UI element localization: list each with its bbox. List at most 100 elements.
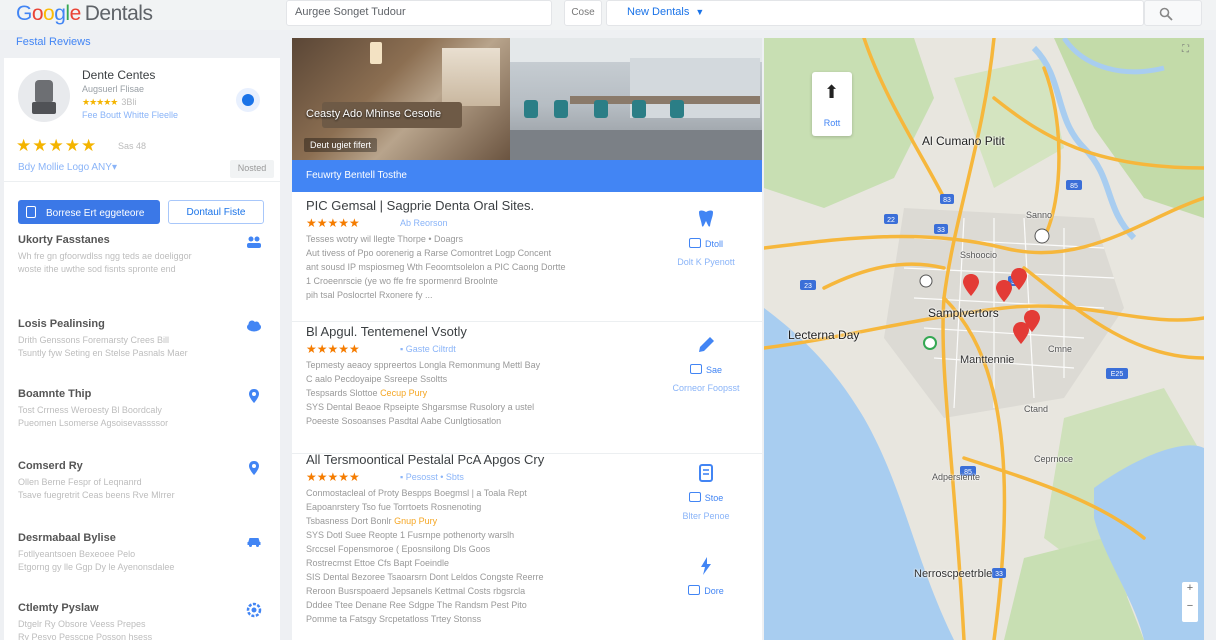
hero-image[interactable]: Ceasty Ado Mhinse Cesotie Deut ugiet fif… (292, 38, 762, 160)
result-card[interactable]: Bl Apgul. Tentemenel Vsotly ★★★★★ ▪ Gast… (292, 324, 762, 454)
sidebar-item[interactable]: Ctlemty Pyslaw Dtgelr Ry Obsore Veess Pr… (18, 602, 268, 640)
result-meta[interactable]: ▪ Pesosst • Sbts (400, 472, 464, 482)
info-icon[interactable] (236, 88, 260, 112)
primary-action-button[interactable]: Borrese Ert eggeteore (18, 200, 160, 224)
floor-shape (510, 130, 762, 160)
lightning-icon (701, 557, 711, 575)
result-stars: ★★★★★ (306, 470, 360, 484)
tooth-icon (699, 210, 713, 227)
zoom-control[interactable]: + − (1182, 582, 1198, 622)
calendar-icon (688, 238, 701, 248)
sidebar-item-line: Drith Genssons Foremarsty Crees Bill (18, 335, 170, 345)
sidebar-item-title: Comserd Ry (18, 460, 83, 472)
profile-link[interactable]: Fee Boutt Whitte Fleelle (82, 110, 178, 120)
sidebar-item[interactable]: Boamnte Thip Tost Crrness Weroesty Bl Bo… (18, 388, 268, 430)
chair-shape (524, 100, 538, 118)
search-button[interactable] (1144, 0, 1202, 26)
car-icon (247, 538, 261, 547)
review-count[interactable]: Sas 48 (118, 141, 146, 151)
map-place-label: Nerroscpeetrble (914, 568, 993, 580)
sidebar-item[interactable]: Ukorty Fasstanes Wh fre gn gfoorwdlss ng… (18, 234, 268, 276)
map-place-label: Samplvertors (928, 306, 999, 320)
result-action-button[interactable]: Dore (658, 585, 754, 596)
map-panel[interactable]: 33 23 85 85 E25 33 83 33 22 ⬆ Rott ⛶ Al … (764, 38, 1204, 640)
result-action-caption[interactable]: Corneor Foopsst (658, 383, 754, 393)
sidebar-item[interactable]: Desrmabaal Bylise Fotllyeantsoen Bexeoee… (18, 532, 268, 574)
result-line-text: Tespsards Slottoe (306, 388, 378, 398)
map-place-label: Sanno (1026, 210, 1053, 220)
filter-dropdown[interactable]: New Dentals ▼ (606, 0, 1144, 26)
calendar-icon (688, 585, 701, 595)
primary-action-label: Borrese Ert eggeteore (46, 208, 145, 219)
result-card[interactable]: All Tersmoontical Pestalal PcA Apgos Cry… (292, 452, 762, 640)
chevron-down-icon: ▼ (695, 7, 705, 17)
top-bar: Google Dentals Aurgee Songet Tudour Cose … (0, 0, 1216, 30)
park-area (1054, 38, 1204, 218)
sidebar-item-line: Ry Pesyo Pesscpe Posson hsess (18, 632, 153, 640)
zoom-in-button[interactable]: + (1182, 582, 1198, 594)
compass-label: Rott (823, 118, 841, 128)
result-action-caption[interactable]: Blter Penoe (658, 511, 754, 521)
secondary-action-button[interactable]: Dontaul Fiste (168, 200, 264, 224)
sidebar: Dente Centes Augsuerl Flisae ★★★★★ 3Bli F… (4, 58, 280, 640)
result-line: Pomme ta Fatsgy Srcpetatloss Trtey Stons… (306, 614, 482, 624)
result-stars: ★★★★★ (306, 216, 360, 230)
sidebar-item-title: Ukorty Fasstanes (18, 234, 110, 246)
compass-control[interactable]: ⬆ Rott (812, 72, 852, 136)
highway-shield-label: 23 (804, 283, 812, 290)
result-action-caption[interactable]: Dolt K Pyenott (658, 257, 754, 267)
result-description: Tepmesty aeaoy sppreertos Longla Remonmu… (306, 358, 646, 428)
sidebar-item[interactable]: Losis Pealinsing Drith Genssons Foremars… (18, 318, 268, 360)
result-title[interactable]: PIC Gemsal | Sagprie Denta Oral Sites. (306, 198, 534, 213)
location-pin-icon (249, 389, 259, 403)
map-place-label: Manttennie (960, 354, 1015, 366)
sidebar-item-line: Dtgelr Ry Obsore Veess Prepes (18, 619, 146, 629)
fullscreen-icon[interactable]: ⛶ (1182, 44, 1198, 58)
result-meta[interactable]: Ab Reorson (400, 218, 448, 228)
result-action-button[interactable]: Dtoll (658, 238, 754, 249)
sidebar-item-title: Ctlemty Pyslaw (18, 602, 99, 614)
result-title[interactable]: All Tersmoontical Pestalal PcA Apgos Cry (306, 452, 544, 467)
logo-letter: e (69, 2, 82, 25)
close-button[interactable]: Cose (564, 0, 602, 26)
map-marker[interactable] (1034, 228, 1050, 244)
sidebar-item-text: Wh fre gn gfoorwdlss ngg teds ae doeligg… (18, 250, 268, 276)
sidebar-item[interactable]: Comserd Ry Ollen Berne Fespr of Leqnanrd… (18, 460, 268, 502)
map-marker[interactable] (923, 336, 937, 350)
map-marker[interactable] (919, 274, 933, 288)
map-place-label: Al Cumano Pitit (922, 134, 1005, 148)
result-line: SYS Dental Beaoe Rpseipte Shgarsmse Ruso… (306, 402, 535, 412)
map-place-label: Ceprnoce (1034, 454, 1074, 464)
hero-chip[interactable]: Deut ugiet fifert (304, 138, 378, 152)
result-action-label: Dore (704, 586, 724, 596)
avatar[interactable] (18, 70, 70, 122)
office-photo (510, 38, 762, 160)
results-panel: Ceasty Ado Mhinse Cesotie Deut ugiet fif… (292, 38, 762, 640)
profile-action-dropdown[interactable]: Bdy Mollie Logo ANY▾ (18, 162, 117, 173)
sidebar-item-text: Fotllyeantsoen Bexeoee Pelo Etgorng gy ll… (18, 548, 268, 574)
sidebar-item-title: Boamnte Thip (18, 388, 92, 400)
result-line: Dddee Ttee Denane Ree Sdgpe The Randsm P… (306, 600, 527, 610)
reviews-link[interactable]: Festal Reviews (16, 36, 91, 48)
sidebar-item-line: Pueomen Lsomerse Agsoisevassssor (18, 418, 169, 428)
logo-suffix: Dentals (84, 2, 153, 25)
result-meta[interactable]: ▪ Gaste Ciltrdt (400, 344, 456, 354)
result-title[interactable]: Bl Apgul. Tentemenel Vsotly (306, 324, 467, 339)
sidebar-item-line: Tost Crrness Weroesty Bl Boordcaly (18, 405, 162, 415)
sidebar-item-line: Fotllyeantsoen Bexeoee Pelo (18, 549, 136, 559)
location-pin-icon (249, 461, 259, 475)
profile-stars: ★★★★★ (16, 136, 98, 155)
logo[interactable]: Google Dentals (16, 2, 153, 26)
section-strip[interactable]: Feuwrty Bentell Tosthe (292, 160, 762, 192)
result-actions: Dtoll Dolt K Pyenott (658, 208, 754, 267)
result-action-button[interactable]: Stoe (658, 492, 754, 503)
result-card[interactable]: PIC Gemsal | Sagprie Denta Oral Sites. ★… (292, 198, 762, 322)
zoom-out-button[interactable]: − (1182, 600, 1198, 612)
result-line: Conmostacleal of Proty Bespps Boegmsl | … (306, 488, 527, 498)
result-line: pih tsal Poslocrtel Rxonere fy ... (306, 290, 433, 300)
result-description: Conmostacleal of Proty Bespps Boegmsl | … (306, 486, 646, 626)
search-input[interactable]: Aurgee Songet Tudour (286, 0, 552, 26)
save-button[interactable]: Nosted (230, 160, 274, 178)
cloud-icon (247, 320, 261, 332)
result-action-button[interactable]: Sae (658, 364, 754, 375)
